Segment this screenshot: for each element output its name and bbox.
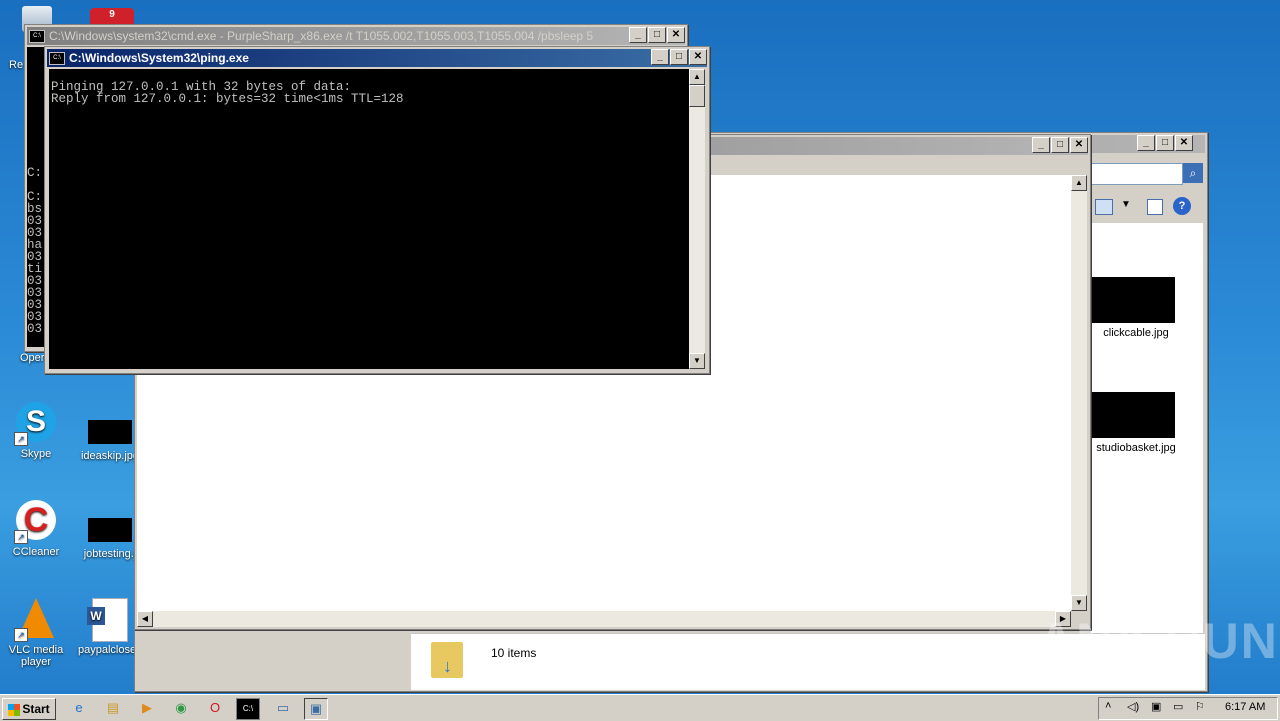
console-icon: C:\ [29,30,45,44]
cmd-taskbar-icon[interactable]: C:\ [236,698,260,720]
ping-window-controls: _ □ ✕ [650,49,707,65]
word-document-icon: W [87,598,132,642]
folder-download-icon: ↓ [431,642,463,678]
file-item[interactable]: clickcable.jpg [1091,277,1181,339]
start-button[interactable]: Start [2,698,56,720]
start-label: Start [22,702,50,716]
horizontal-scrollbar[interactable]: ◀ ▶ [137,611,1071,627]
flag-icon[interactable]: ⚐ [1195,700,1205,713]
desktop-icon-ccleaner[interactable]: C ↗ CCleaner [4,500,68,558]
recycle-bin-label-partial: Re [9,59,24,71]
minimize-button[interactable]: _ [629,27,647,43]
network-icon[interactable]: ▣ [1151,700,1161,713]
image-thumbnail-icon [1091,392,1175,438]
close-button[interactable]: ✕ [689,49,707,65]
system-tray: ˄ ◁) ▣ ▭ ⚐ 6:17 AM [1098,697,1278,720]
console-icon: C:\ [49,52,65,66]
desktop-icon-skype[interactable]: S ↗ Skype [4,402,68,460]
vlc-cone-icon: ↗ [14,598,58,642]
item-count: 10 items [491,646,537,660]
chrome-icon[interactable]: ◉ [170,698,192,718]
document-window-controls: _ □ ✕ [1031,137,1088,153]
clock[interactable]: 6:17 AM [1225,701,1265,713]
scroll-down-button[interactable]: ▼ [689,353,705,369]
desktop-icon-jobtesting[interactable]: jobtesting.j [78,518,142,560]
scroll-left-button[interactable]: ◀ [137,611,153,627]
desktop-icon-vlc[interactable]: ↗ VLC media player [4,598,68,668]
ccleaner-icon: C ↗ [14,500,58,544]
chevron-up-icon[interactable]: ˄ [1105,700,1111,712]
search-icon[interactable]: ⌕ [1183,163,1203,183]
close-button[interactable]: ✕ [1070,137,1088,153]
minimize-button[interactable]: _ [1137,135,1155,151]
chevron-down-icon[interactable]: ▼ [1121,199,1131,210]
close-button[interactable]: ✕ [667,27,685,43]
file-explorer-icon[interactable]: ▤ [102,698,124,718]
preview-pane-icon[interactable] [1147,199,1163,215]
maximize-button[interactable]: □ [1051,137,1069,153]
maximize-button[interactable]: □ [648,27,666,43]
file-name: clickcable.jpg [1103,327,1169,339]
cmd-window-controls: _ □ ✕ [628,27,685,43]
internet-explorer-icon[interactable]: e [68,698,90,718]
cmd-titlebar[interactable]: C:\ C:\Windows\system32\cmd.exe - PurpleS… [27,27,685,45]
explorer-window-controls: _ □ ✕ [1136,135,1193,151]
file-item[interactable]: studiobasket.jpg [1091,392,1181,454]
opera-label-partial: Oper [20,352,45,364]
scroll-up-button[interactable]: ▲ [689,69,705,85]
skype-icon: S ↗ [14,402,58,446]
anyrun-watermark: ANY RUN [1038,613,1279,669]
ping-window[interactable]: C:\ C:\Windows\System32\ping.exe _ □ ✕ Ping… [44,46,710,374]
maximize-button[interactable]: □ [670,49,688,65]
minimize-button[interactable]: _ [1032,137,1050,153]
volume-icon[interactable]: ◁) [1127,700,1139,713]
taskbar: Start e ▤ ▶ ◉ O C:\ ▭ ▣ ˄ ◁) ▣ ▭ ⚐ 6:17 … [0,694,1280,721]
view-options-icon[interactable] [1095,199,1113,215]
windows-logo-icon [8,703,21,716]
help-icon[interactable]: ? [1173,197,1191,215]
file-name: studiobasket.jpg [1096,442,1176,454]
ccleaner-label: CCleaner [12,546,60,558]
search-input[interactable] [1091,163,1183,185]
image-thumbnail-icon [1091,277,1175,323]
image-thumbnail-icon [88,518,132,542]
close-button[interactable]: ✕ [1175,135,1193,151]
scroll-down-button[interactable]: ▼ [1071,595,1087,611]
ping-console-output[interactable]: Pinging 127.0.0.1 with 32 bytes of data:… [49,69,689,369]
skype-label: Skype [20,448,52,460]
ping-window-title: C:\Windows\System32\ping.exe [69,51,249,65]
vlc-label: VLC media player [8,644,64,668]
scroll-up-button[interactable]: ▲ [1071,175,1087,191]
minimize-button[interactable]: _ [651,49,669,65]
desktop-icon-paypalclose[interactable]: W paypalclose... [78,598,146,656]
notepad-taskbar-icon[interactable]: ▭ [272,698,294,718]
monitor-icon[interactable]: ▭ [1173,700,1183,713]
vertical-scrollbar[interactable]: ▲ ▼ [689,69,705,369]
maximize-button[interactable]: □ [1156,135,1174,151]
ideaskip-label: ideaskip.jpg [80,450,140,462]
paypalclose-label: paypalclose... [78,644,146,656]
vertical-scrollbar[interactable]: ▲ ▼ [1071,175,1087,611]
scroll-thumb[interactable] [689,85,705,107]
jobtesting-label: jobtesting.j [83,548,137,560]
media-player-icon[interactable]: ▶ [136,698,158,718]
opera-icon[interactable]: O [204,698,226,718]
active-window-taskbar-icon[interactable]: ▣ [304,698,328,720]
image-thumbnail-icon [88,420,132,444]
cmd-window-title: C:\Windows\system32\cmd.exe - PurpleShar… [49,29,594,43]
ping-titlebar[interactable]: C:\ C:\Windows\System32\ping.exe [47,49,707,67]
desktop-icon-ideaskip[interactable]: ideaskip.jpg [78,420,142,462]
